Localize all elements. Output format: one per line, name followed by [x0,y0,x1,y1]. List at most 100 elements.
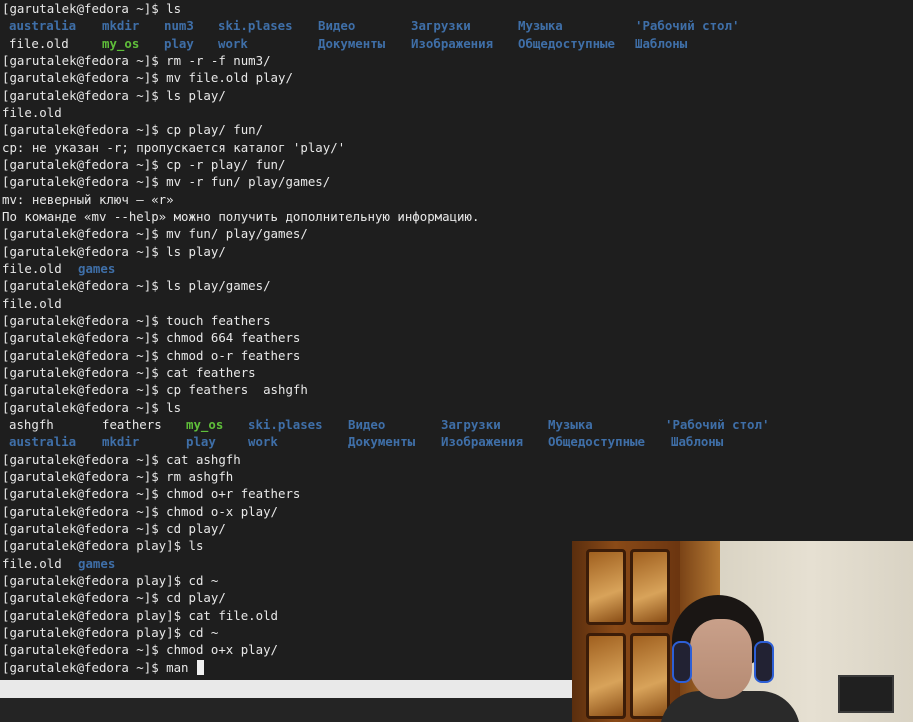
terminal-text: [garutalek@fedora ~]$ chmod o-x play/ [2,503,279,519]
executable-entry: my_os [186,416,224,432]
directory-entry: ski.plases [248,416,323,432]
terminal-text: [garutalek@fedora ~]$ ls play/ [2,243,226,259]
directory-entry: Видео [318,18,356,34]
terminal-text: [garutalek@fedora ~]$ touch feathers [2,312,271,328]
terminal-line: [garutalek@fedora ~]$ touch feathers [2,312,907,329]
directory-entry: games [78,260,116,276]
headset-right-icon [754,641,774,683]
terminal-text: file.old [2,260,62,276]
terminal-line: [garutalek@fedora ~]$ rm -r -f num3/ [2,52,907,69]
terminal-text: [garutalek@fedora ~]$ cat ashgfh [2,451,241,467]
terminal-text: [garutalek@fedora play]$ cd ~ [2,572,219,588]
terminal-text: [garutalek@fedora ~]$ cd play/ [2,520,226,536]
directory-entry: Загрузки [411,18,471,34]
directory-entry: Документы [348,434,416,450]
terminal-text: [garutalek@fedora ~]$ mv -r fun/ play/ga… [2,174,331,190]
terminal-text: [garutalek@fedora ~]$ rm ashgfh [2,468,234,484]
directory-entry: work [248,434,278,450]
terminal-text: [garutalek@fedora ~]$ ls [2,1,182,16]
directory-entry: play [186,434,216,450]
terminal-text: [garutalek@fedora play]$ cat file.old [2,607,279,623]
directory-entry: Документы [318,35,386,51]
terminal-text: [garutalek@fedora ~]$ cp play/ fun/ [2,122,264,138]
terminal-text: [garutalek@fedora ~]$ ls play/ [2,87,226,103]
directory-entry: australia [9,434,77,450]
terminal-text: [garutalek@fedora ~]$ chmod o-r feathers [2,347,301,363]
terminal-line: file.old [2,295,907,312]
terminal-line: [garutalek@fedora ~]$ cp play/ fun/ [2,121,907,138]
terminal-line: [garutalek@fedora ~]$ cp -r play/ fun/ [2,156,907,173]
webcam-person-face [690,619,752,699]
terminal-line: [garutalek@fedora ~]$ cat ashgfh [2,451,907,468]
terminal-line: [garutalek@fedora ~]$ chmod 664 feathers [2,329,907,346]
terminal-text: file.old [9,35,69,51]
terminal-line: cp: не указан -r; пропускается каталог '… [2,139,907,156]
terminal-line: [garutalek@fedora ~]$ chmod o-x play/ [2,503,907,520]
terminal-line: [garutalek@fedora ~]$ mv -r fun/ play/ga… [2,173,907,190]
terminal-line: file.old games [2,260,907,277]
directory-entry: Музыка [518,18,563,34]
directory-entry: Видео [348,416,386,432]
terminal-text: [garutalek@fedora play]$ cd ~ [2,624,219,640]
terminal-line: [garutalek@fedora ~]$ cp feathers ashgfh [2,381,907,398]
terminal-text: file.old [2,104,62,120]
directory-entry: Шаблоны [635,35,688,51]
directory-entry: work [218,35,248,51]
directory-entry: 'Рабочий стол' [665,416,770,432]
directory-entry: Музыка [548,416,593,432]
directory-entry: mkdir [102,434,140,450]
directory-entry: mkdir [102,18,140,34]
directory-entry: Шаблоны [671,434,724,450]
webcam-overlay [572,541,913,722]
terminal-line: [garutalek@fedora ~]$ ls play/ [2,243,907,260]
terminal-line: [garutalek@fedora ~]$ ls play/games/ [2,277,907,294]
terminal-cursor [196,659,204,675]
terminal-text: ashgfh [9,416,54,432]
terminal-text: file.old [2,295,62,311]
terminal-text: [garutalek@fedora ~]$ chmod o+r feathers [2,486,301,502]
terminal-line: file.old [2,104,907,121]
webcam-tv [838,675,894,713]
directory-entry: Общедоступные [518,35,615,51]
terminal-line: australia mkdir play work Документы Изображен… [2,433,907,450]
terminal-text: cp: не указан -r; пропускается каталог '… [2,139,346,155]
terminal-line: [garutalek@fedora ~]$ rm ashgfh [2,468,907,485]
terminal-line: [garutalek@fedora ~]$ mv fun/ play/games… [2,225,907,242]
terminal-text: [garutalek@fedora ~]$ ls play/games/ [2,278,271,294]
directory-entry: play [164,35,194,51]
terminal-text: [garutalek@fedora ~]$ mv fun/ play/games… [2,226,308,242]
directory-entry: 'Рабочий стол' [635,18,740,34]
terminal-text: По команде «mv --help» можно получить до… [2,208,480,224]
terminal-text: [garutalek@fedora ~]$ cd play/ [2,590,226,606]
terminal-line: ashgfh feathers my_os ski.plases Видео Загруз… [2,416,907,433]
terminal-text: [garutalek@fedora play]$ ls [2,538,204,554]
terminal-line: [garutalek@fedora ~]$ chmod o+r feathers [2,485,907,502]
directory-entry: games [78,555,116,571]
terminal-text: feathers [102,416,162,432]
terminal-line: mv: неверный ключ — «r» [2,191,907,208]
terminal-line: [garutalek@fedora ~]$ ls play/ [2,87,907,104]
terminal-text: [garutalek@fedora ~]$ chmod o+x play/ [2,642,279,658]
terminal-line: file.old my_os play work Документы Изображени… [2,35,907,52]
directory-entry: Общедоступные [548,434,645,450]
terminal-text: file.old [2,555,62,571]
terminal-text: [garutalek@fedora ~]$ cp feathers ashgfh [2,382,308,398]
terminal-text: [garutalek@fedora ~]$ ls [2,399,182,415]
terminal-text: [garutalek@fedora ~]$ cp -r play/ fun/ [2,156,286,172]
directory-entry: Изображения [411,35,494,51]
terminal-text: [garutalek@fedora ~]$ chmod 664 feathers [2,330,301,346]
terminal-text: [garutalek@fedora ~]$ rm -r -f num3/ [2,52,271,68]
terminal-text: mv: неверный ключ — «r» [2,191,174,207]
terminal-line: [garutalek@fedora ~]$ ls [2,399,907,416]
terminal-line: По команде «mv --help» можно получить до… [2,208,907,225]
terminal-line: [garutalek@fedora ~]$ ls [2,0,907,17]
terminal-text: [garutalek@fedora ~]$ man [2,659,204,676]
webcam-door [572,541,680,722]
directory-entry: Загрузки [441,416,501,432]
directory-entry: australia [9,18,77,34]
terminal-line: [garutalek@fedora ~]$ cd play/ [2,520,907,537]
terminal-line: [garutalek@fedora ~]$ mv file.old play/ [2,69,907,86]
directory-entry: Изображения [441,434,524,450]
terminal-text: [garutalek@fedora ~]$ cat feathers [2,364,256,380]
terminal-line: [garutalek@fedora ~]$ chmod o-r feathers [2,347,907,364]
